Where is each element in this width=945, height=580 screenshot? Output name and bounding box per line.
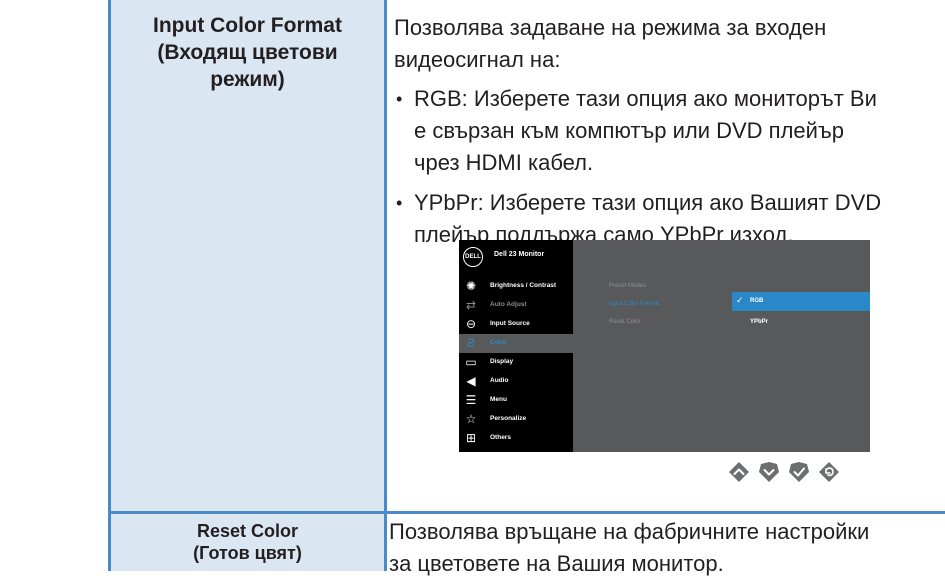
menu-item-label: Others: [490, 434, 511, 441]
table-border-middle: [384, 0, 387, 571]
osd-menu-item-display[interactable]: ▭ Display: [459, 353, 573, 372]
label-line: Input Color Format: [153, 14, 342, 37]
osd-header: DELL Dell 23 Monitor: [459, 240, 573, 273]
bullet-line: чрез HDMI кабел.: [414, 150, 594, 175]
setting-description-reset-color: Позволява връщане на фабричните настройк…: [389, 511, 939, 580]
menu-item-label: Color: [490, 339, 507, 346]
osd-menu-item-audio[interactable]: ◀ Audio: [459, 372, 573, 391]
osd-title: Dell 23 Monitor: [494, 251, 545, 258]
bullet-line: RGB: Изберете тази опция ако мониторът В…: [414, 86, 877, 111]
menu-item-label: Audio: [490, 377, 509, 384]
submenu-input-color-format[interactable]: Input Color Format: [609, 301, 659, 307]
option-bullet-list: RGB: Изберете тази опция ако мониторът В…: [394, 83, 939, 259]
bullet-line: е свързан към компютър или DVD плейър: [414, 118, 844, 143]
setting-label-reset-color: Reset Color (Готов цвят): [111, 520, 384, 564]
desc-line: видеосигнал на:: [394, 47, 561, 72]
menu-item-label: Menu: [490, 396, 507, 403]
menu-icon: ☰: [465, 393, 477, 407]
option-rgb-selected[interactable]: ✓ RGB: [732, 292, 870, 311]
osd-menu-item-auto-adjust[interactable]: ⇄ Auto Adjust: [459, 296, 573, 315]
bullet-item-rgb: RGB: Изберете тази опция ако мониторът В…: [394, 83, 939, 179]
auto-adjust-icon: ⇄: [465, 298, 477, 312]
osd-menu-item-personalize[interactable]: ☆ Personalize: [459, 410, 573, 429]
menu-item-label: Personalize: [490, 415, 527, 422]
back-icon[interactable]: [818, 461, 840, 483]
desc-line: за цветовете на Вашия монитор.: [389, 551, 724, 576]
option-ypbpr[interactable]: YPbPr: [750, 319, 768, 325]
setting-label-input-color-format: Input Color Format (Входящ цветови режим…: [111, 12, 384, 93]
brightness-icon: ✺: [465, 279, 477, 293]
audio-icon: ◀: [466, 374, 476, 388]
submenu-preset-modes[interactable]: Preset Modes: [609, 283, 646, 289]
others-icon: ⊞: [465, 431, 477, 445]
osd-menu-item-input-source[interactable]: ⊖ Input Source: [459, 315, 573, 334]
option-label: RGB: [750, 298, 764, 304]
bullet-line: YPbPr: Изберете тази опция ако Вашият DV…: [414, 190, 882, 215]
submenu-reset-color[interactable]: Reset Color: [609, 319, 641, 325]
osd-menu-screenshot: DELL Dell 23 Monitor ✺ Brightness / Cont…: [459, 240, 870, 452]
osd-main-menu: DELL Dell 23 Monitor ✺ Brightness / Cont…: [459, 240, 573, 452]
color-icon: Ƨ: [466, 336, 475, 350]
setting-description: Позволява задаване на режима за входен в…: [394, 12, 939, 76]
up-arrow-icon[interactable]: [728, 461, 750, 483]
star-icon: ☆: [465, 412, 477, 426]
menu-item-label: Brightness / Contrast: [490, 282, 557, 289]
dell-logo: DELL: [463, 247, 483, 267]
desc-line: Позволява връщане на фабричните настройк…: [389, 519, 870, 544]
menu-item-label: Auto Adjust: [490, 301, 527, 308]
input-source-icon: ⊖: [465, 317, 477, 331]
label-line: режим): [210, 68, 285, 91]
document-page: Input Color Format (Входящ цветови режим…: [0, 0, 945, 576]
down-arrow-icon[interactable]: [758, 461, 780, 483]
osd-menu-item-others[interactable]: ⊞ Others: [459, 429, 573, 448]
desc-line: Позволява задаване на режима за входен: [394, 15, 827, 40]
label-line: (Готов цвят): [193, 543, 302, 563]
osd-menu-item-menu[interactable]: ☰ Menu: [459, 391, 573, 410]
menu-item-label: Display: [490, 358, 514, 365]
menu-item-label: Input Source: [490, 320, 530, 327]
check-button-icon[interactable]: [788, 461, 810, 483]
osd-menu-item-brightness-contrast[interactable]: ✺ Brightness / Contrast: [459, 277, 573, 296]
label-line: Reset Color: [196, 521, 299, 541]
check-icon: ✓: [736, 295, 744, 305]
label-line: (Входящ цветови: [157, 41, 338, 64]
osd-menu-item-color[interactable]: Ƨ Color: [459, 334, 573, 353]
display-icon: ▭: [465, 355, 477, 369]
